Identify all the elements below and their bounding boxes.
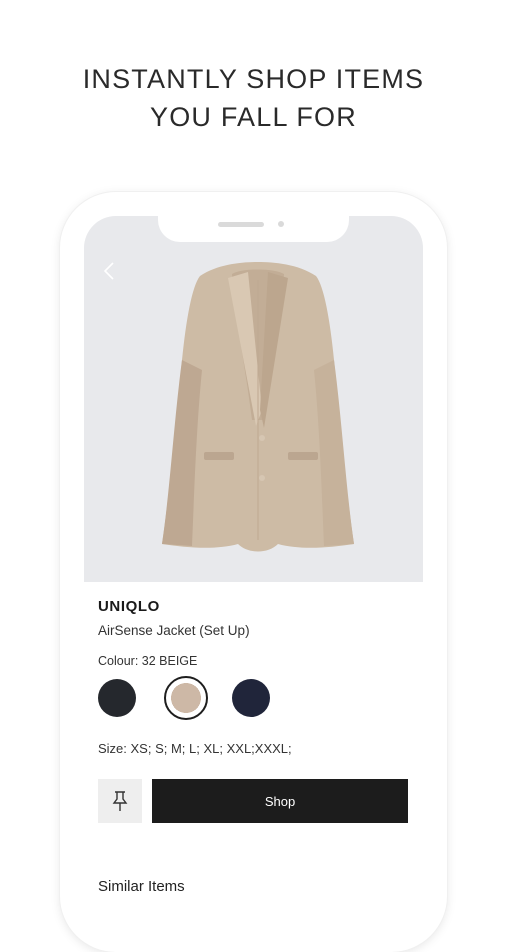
similar-items-title: Similar Items bbox=[98, 878, 185, 895]
pin-button[interactable] bbox=[98, 779, 142, 823]
headline: INSTANTLY SHOP ITEMS YOU FALL FOR bbox=[0, 60, 507, 136]
speaker-grille bbox=[218, 222, 264, 227]
headline-line-1: INSTANTLY SHOP ITEMS bbox=[82, 64, 425, 94]
colour-label: Colour: 32 BEIGE bbox=[98, 654, 198, 668]
sizes-label: Size: XS; S; M; L; XL; XXL;XXXL; bbox=[98, 741, 292, 756]
phone-mockup: UNIQLO AirSense Jacket (Set Up) Colour: … bbox=[60, 192, 447, 952]
swatch-beige[interactable] bbox=[164, 676, 208, 720]
front-camera bbox=[278, 221, 284, 227]
product-name: AirSense Jacket (Set Up) bbox=[98, 623, 250, 638]
swatch-black[interactable] bbox=[98, 679, 136, 717]
phone-screen: UNIQLO AirSense Jacket (Set Up) Colour: … bbox=[84, 216, 423, 936]
brand-name: UNIQLO bbox=[98, 598, 160, 615]
phone-notch bbox=[158, 216, 349, 242]
back-chevron-icon[interactable] bbox=[98, 260, 120, 282]
shop-button[interactable]: Shop bbox=[152, 779, 408, 823]
pin-icon bbox=[112, 791, 128, 811]
headline-line-2: YOU FALL FOR bbox=[150, 102, 357, 132]
product-image-area bbox=[84, 216, 423, 582]
swatch-navy[interactable] bbox=[232, 679, 270, 717]
beige-blazer-image bbox=[162, 262, 354, 552]
